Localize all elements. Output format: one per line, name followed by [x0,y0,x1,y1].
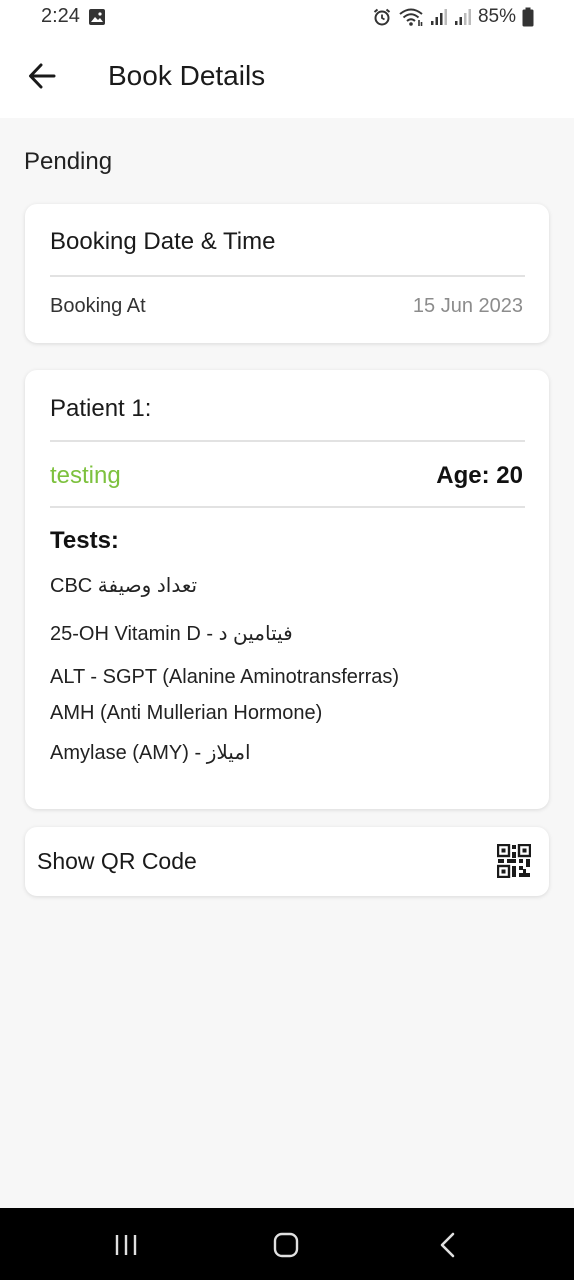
system-nav-bar [0,1208,574,1280]
test-item: Amylase (AMY) - اميلاز [50,742,251,764]
test-item: ALT - SGPT (Alanine Aminotransferras) [50,666,400,688]
nav-back-button[interactable] [433,1230,463,1260]
qr-code-icon [497,844,531,878]
test-item: CBC تعداد وصيفة [50,575,198,597]
recent-apps-icon [115,1235,137,1255]
divider [50,275,525,277]
show-qr-code-button[interactable]: Show QR Code [25,827,549,896]
test-item: AMH (Anti Mullerian Hormone) [50,702,323,724]
battery-level: 85% [477,6,516,27]
battery-icon [522,7,534,27]
test-item: 25-OH Vitamin D - فيتامين د [50,623,293,645]
signal-icon [454,9,471,25]
show-qr-code-label: Show QR Code [37,848,197,874]
booking-card: Booking Date & Time Booking At 15 Jun 20… [25,204,549,343]
status-time: 2:24 [41,5,80,27]
app-bar: Book Details [0,36,574,118]
patient-age: Age: 20 [436,462,523,489]
booking-card-title: Booking Date & Time [50,228,276,255]
back-icon [440,1232,455,1258]
arrow-left-icon [29,63,56,89]
back-button[interactable] [24,58,60,94]
booking-at-label: Booking At [50,295,146,317]
alarm-icon [373,8,391,26]
tests-heading: Tests: [50,527,119,554]
image-icon [89,9,105,25]
signal-icon [430,9,447,25]
patient-title: Patient 1: [50,395,152,422]
status-bar: 2:24 85% [0,0,574,36]
booking-at-value: 15 Jun 2023 [412,295,523,317]
recent-apps-button[interactable] [111,1230,141,1260]
patient-name: testing [50,462,121,489]
booking-status: Pending [24,148,113,175]
status-icons: 85% [372,6,534,28]
wifi-icon [399,8,423,26]
home-button[interactable] [271,1230,301,1260]
home-icon [273,1232,299,1258]
divider [50,506,525,508]
divider [50,440,525,442]
patient-card: Patient 1: testing Age: 20 Tests: CBC تع… [25,370,549,809]
page-title: Book Details [108,60,266,91]
